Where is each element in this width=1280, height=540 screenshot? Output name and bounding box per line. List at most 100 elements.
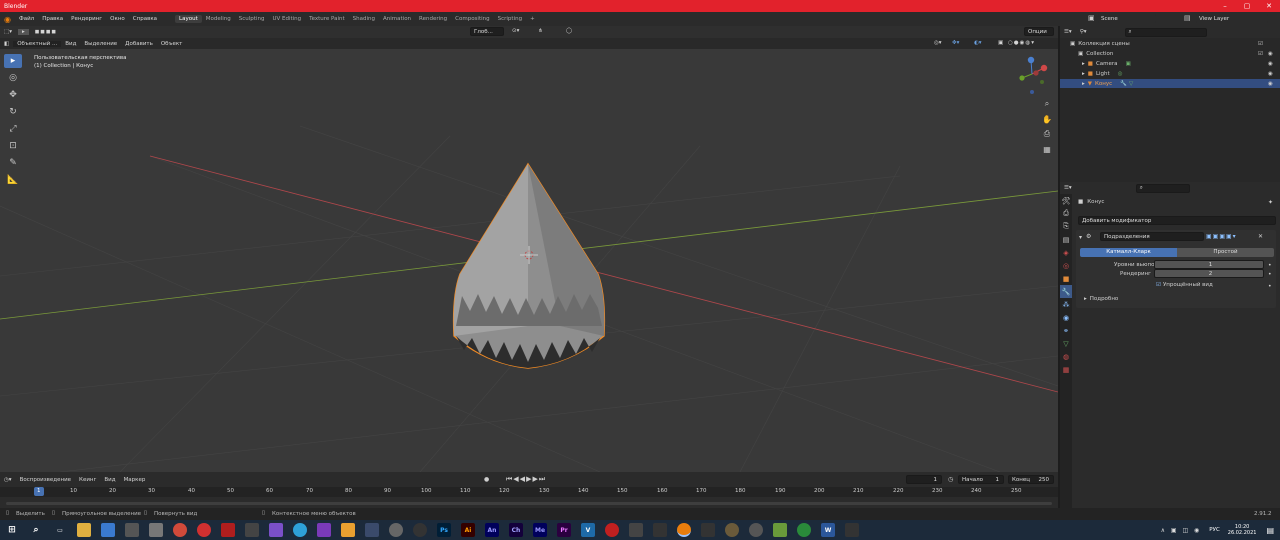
particles-tab-icon[interactable]: ⁂: [1060, 298, 1072, 311]
modifier-toggle-icons[interactable]: ▣▣▣▣▾: [1206, 233, 1237, 240]
outliner-row-collection[interactable]: ▣ Collection ☑ ◉: [1060, 49, 1280, 58]
premiere-icon[interactable]: Pr: [557, 523, 571, 537]
yandex-icon[interactable]: [197, 523, 211, 537]
menu-view[interactable]: Вид: [100, 477, 119, 483]
menu-keying[interactable]: Кеинг: [75, 477, 100, 483]
transform-icon[interactable]: ⊡: [4, 139, 22, 153]
acrobat-icon[interactable]: [221, 523, 235, 537]
menu-help[interactable]: Справка: [129, 16, 161, 22]
app-icon[interactable]: [605, 523, 619, 537]
levels-viewport-field[interactable]: 1: [1154, 260, 1264, 269]
tray-icons[interactable]: ∧ ▣ ◫ ◉: [1161, 527, 1202, 534]
app-icon[interactable]: [797, 523, 811, 537]
collapse-icon[interactable]: ▾: [1079, 234, 1082, 241]
tab-texture-paint[interactable]: Texture Paint: [305, 15, 349, 23]
keyframe-dot-icon[interactable]: •: [1268, 262, 1272, 269]
clock-icon[interactable]: ◷: [948, 476, 953, 483]
rotate-icon[interactable]: ↻: [4, 105, 22, 119]
scene-canvas[interactable]: [0, 26, 1058, 472]
view-layer-tab-icon[interactable]: ▤: [1060, 233, 1072, 246]
view-layer-field[interactable]: View Layer: [1196, 14, 1268, 23]
checkbox-icon[interactable]: ☑: [1258, 41, 1263, 47]
tab-animation[interactable]: Animation: [379, 15, 415, 23]
scene-tab-icon[interactable]: ◈: [1060, 246, 1072, 259]
catmull-clark-button[interactable]: Катмалл-Кларк: [1080, 248, 1177, 257]
constraints-tab-icon[interactable]: ⚭: [1060, 324, 1072, 337]
end-frame-field[interactable]: Конец 250: [1008, 475, 1054, 484]
annotate-icon[interactable]: ✎: [4, 156, 22, 170]
minimize-button[interactable]: –: [1214, 0, 1236, 12]
current-frame-field[interactable]: 1: [906, 475, 942, 484]
timeline-ruler[interactable]: 1 10 20 30 40 50 60 70 80 90 100 110 120…: [0, 487, 1058, 497]
explorer-icon[interactable]: [77, 523, 91, 537]
keyframe-dot-icon[interactable]: •: [1268, 283, 1272, 290]
photoshop-icon[interactable]: Ps: [437, 523, 451, 537]
windows-start-icon[interactable]: ⊞: [5, 523, 19, 537]
app-icon[interactable]: [701, 523, 715, 537]
eye-icon[interactable]: ◉: [1268, 61, 1273, 67]
app-icon[interactable]: [245, 523, 259, 537]
menu-render[interactable]: Рендеринг: [67, 16, 106, 22]
app-icon[interactable]: [725, 523, 739, 537]
menu-file[interactable]: Файл: [15, 16, 38, 22]
tab-scripting[interactable]: Scripting: [494, 15, 526, 23]
data-tab-icon[interactable]: ▽: [1060, 337, 1072, 350]
app-icon[interactable]: [629, 523, 643, 537]
app-icon[interactable]: V: [581, 523, 595, 537]
texture-tab-icon[interactable]: ▦: [1060, 363, 1072, 376]
properties-editor-icon[interactable]: ☰▾: [1060, 185, 1076, 191]
app-icon[interactable]: [125, 523, 139, 537]
select-box-icon[interactable]: ▸: [4, 54, 22, 68]
menu-marker[interactable]: Маркер: [120, 477, 150, 483]
menu-playback[interactable]: Воспроизведение: [16, 477, 75, 483]
app-icon[interactable]: [653, 523, 667, 537]
notifications-icon[interactable]: ▤: [1266, 526, 1274, 535]
optimal-display-checkbox[interactable]: ☑ Упрощённый вид: [1156, 282, 1213, 288]
outliner-row-scene-collection[interactable]: ▣ Коллекция сцены ☑: [1060, 39, 1280, 48]
character-animator-icon[interactable]: Ch: [509, 523, 523, 537]
close-button[interactable]: ✕: [1258, 0, 1280, 12]
modifier-tab-icon[interactable]: 🔧: [1060, 285, 1072, 298]
render-levels-field[interactable]: 2: [1154, 269, 1264, 278]
app-icon[interactable]: [749, 523, 763, 537]
camera-view-icon[interactable]: ⎙: [1040, 128, 1054, 140]
record-icon[interactable]: ●: [484, 476, 489, 483]
eye-icon[interactable]: ◉: [1268, 81, 1273, 87]
illustrator-icon[interactable]: Ai: [461, 523, 475, 537]
timeline-scrollbar[interactable]: [6, 502, 1052, 505]
properties-search[interactable]: ⌕: [1135, 183, 1190, 193]
playback-controls[interactable]: ⏮◀◀▶▶⏭: [506, 475, 546, 484]
add-workspace-button[interactable]: +: [526, 15, 539, 23]
mail-icon[interactable]: [101, 523, 115, 537]
modifier-name-field[interactable]: Подразделения: [1100, 232, 1204, 241]
animate-icon[interactable]: An: [485, 523, 499, 537]
blender-icon[interactable]: [677, 523, 691, 537]
tool-tab-icon[interactable]: 🛠: [1060, 194, 1072, 207]
maximize-button[interactable]: ▢: [1236, 0, 1258, 12]
remove-modifier-icon[interactable]: ✕: [1258, 233, 1263, 240]
media-encoder-icon[interactable]: Me: [533, 523, 547, 537]
scene-field[interactable]: Scene: [1098, 14, 1156, 23]
menu-window[interactable]: Окно: [106, 16, 129, 22]
tab-uv-editing[interactable]: UV Editing: [268, 15, 305, 23]
eye-icon[interactable]: ◉: [1268, 51, 1273, 57]
tab-rendering[interactable]: Rendering: [415, 15, 451, 23]
word-icon[interactable]: W: [821, 523, 835, 537]
expand-icon[interactable]: ▸: [1082, 81, 1085, 87]
add-modifier-dropdown[interactable]: Добавить модификатор: [1078, 216, 1276, 225]
app-icon[interactable]: [845, 523, 859, 537]
outliner-editor-icon[interactable]: ☰▾: [1060, 29, 1076, 35]
viber-icon[interactable]: [269, 523, 283, 537]
move-icon[interactable]: ✥: [4, 88, 22, 102]
timeline-editor-icon[interactable]: ◷▾: [0, 477, 16, 483]
tab-modeling[interactable]: Modeling: [202, 15, 235, 23]
tab-layout[interactable]: Layout: [175, 15, 202, 23]
telegram-icon[interactable]: [293, 523, 307, 537]
simple-button[interactable]: Простой: [1177, 248, 1274, 257]
tab-sculpting[interactable]: Sculpting: [235, 15, 269, 23]
app-icon[interactable]: [773, 523, 787, 537]
expand-icon[interactable]: ▸: [1082, 61, 1085, 67]
outliner-row-light[interactable]: ▸ ■ Light ◎ ◉: [1060, 69, 1280, 78]
expand-icon[interactable]: ▸: [1082, 71, 1085, 77]
outliner-row-camera[interactable]: ▸ ■ Camera ▣ ◉: [1060, 59, 1280, 68]
